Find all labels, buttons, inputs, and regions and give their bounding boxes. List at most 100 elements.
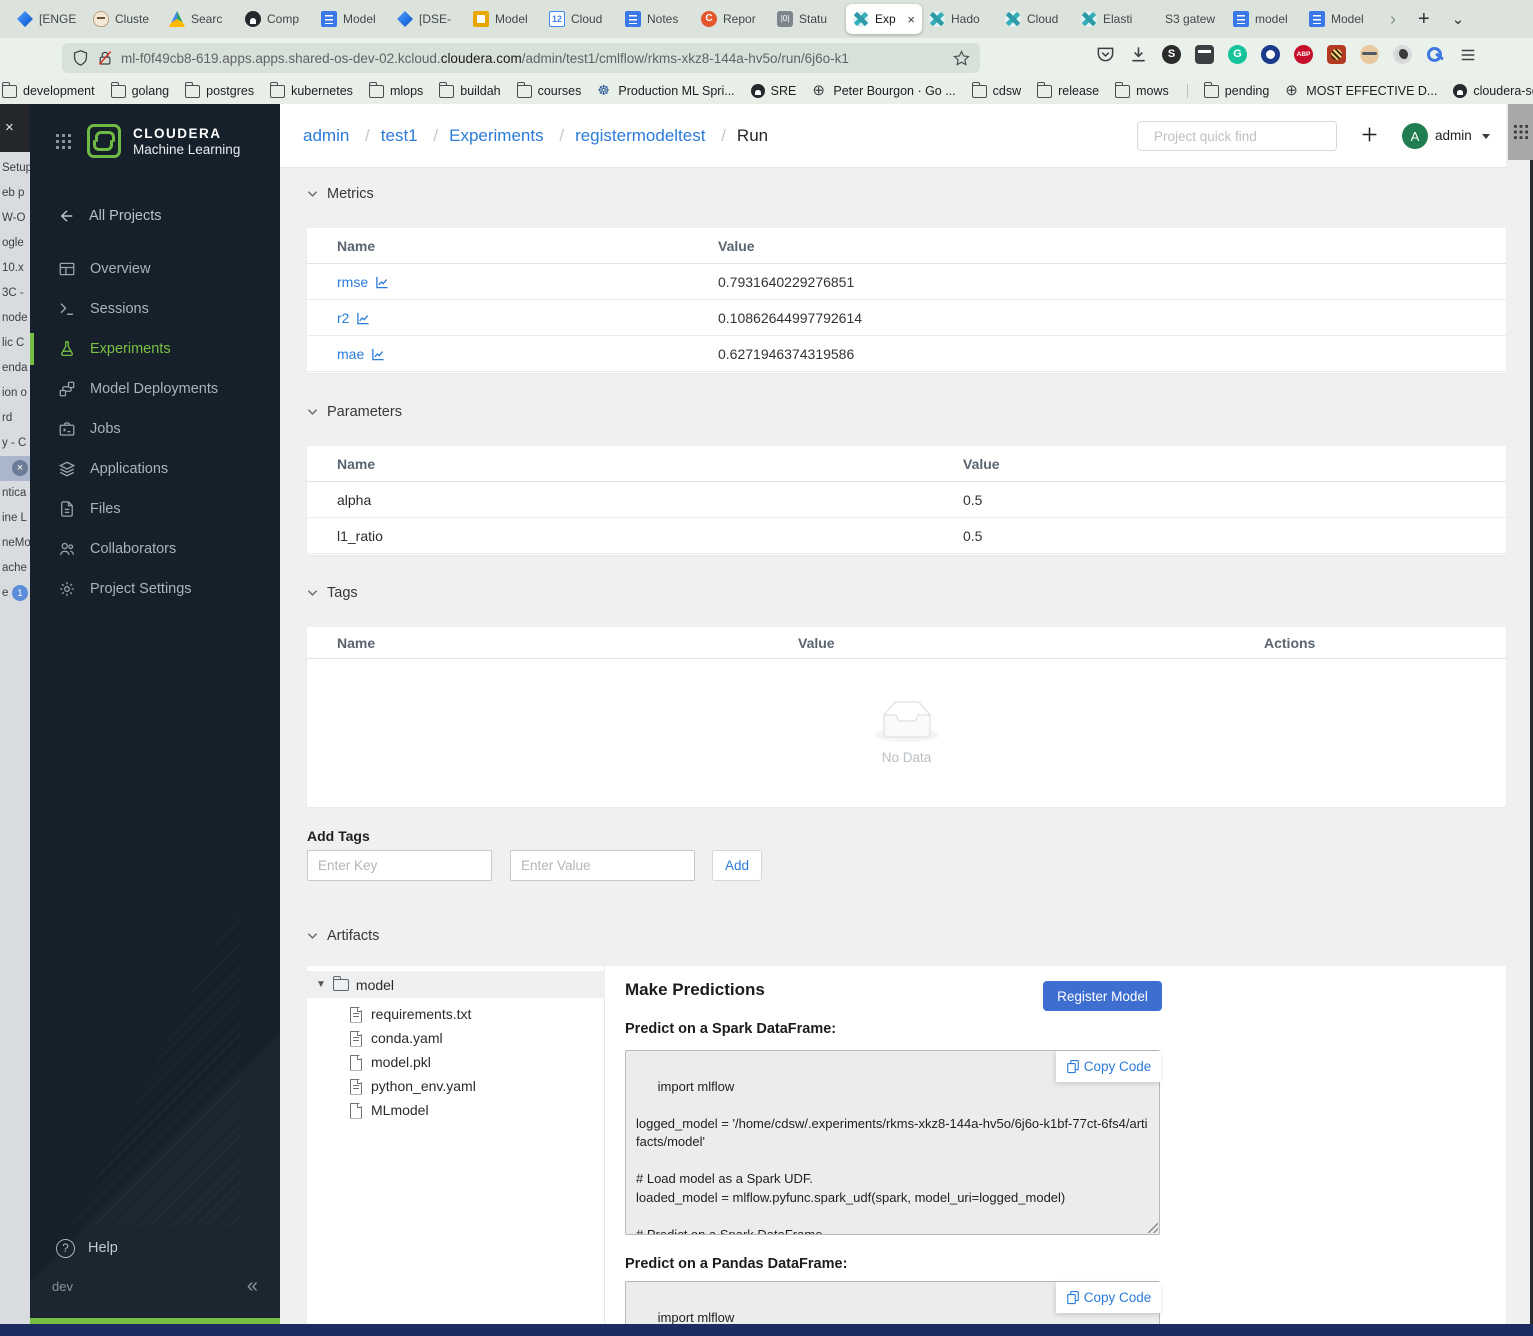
bookmark-item[interactable]: pending	[1186, 81, 1269, 98]
list-all-tabs-icon[interactable]	[1452, 10, 1465, 29]
background-tab-item[interactable]: rd	[0, 406, 30, 431]
extension-icon[interactable]	[1261, 45, 1280, 64]
extension-icon[interactable]	[1195, 45, 1214, 64]
insecure-lock-icon[interactable]	[97, 49, 113, 67]
background-tab-item[interactable]: ache	[0, 556, 30, 581]
browser-tab[interactable]: Elasti	[1074, 4, 1150, 34]
menu-hamburger-icon[interactable]	[1459, 46, 1477, 64]
add-project-icon[interactable]	[1361, 126, 1378, 143]
url-text[interactable]: ml-f0f49cb8-619.apps.apps.shared-os-dev-…	[121, 51, 945, 66]
copy-spark-code-button[interactable]: Copy Code	[1056, 1051, 1161, 1082]
sidebar-item-experiments[interactable]: Experiments	[30, 329, 280, 369]
bookmark-item[interactable]: MOST EFFECTIVE D...	[1285, 81, 1437, 99]
chevron-down-icon[interactable]	[1482, 134, 1490, 139]
background-tab-item[interactable]: ion o	[0, 381, 30, 406]
sidebar-item-jobs[interactable]: Jobs	[30, 409, 280, 449]
search-input[interactable]	[1154, 128, 1331, 144]
bookmark-item[interactable]: release	[1037, 81, 1099, 98]
breadcrumb-item[interactable]: registermodeltest	[575, 126, 737, 146]
browser-tab[interactable]: [DSE-	[390, 4, 466, 34]
bookmark-item[interactable]: mlops	[368, 81, 423, 98]
bookmark-item[interactable]: cdsw	[971, 81, 1021, 98]
browser-tab[interactable]: Cloud	[542, 4, 618, 34]
sidebar-item-model-deployments[interactable]: Model Deployments	[30, 369, 280, 409]
background-tab-item[interactable]: e 1	[0, 581, 30, 606]
background-window-close-icon[interactable]: ×	[0, 104, 30, 152]
browser-tab[interactable]: Model	[314, 4, 390, 34]
background-tab-item[interactable]: eb p	[0, 181, 30, 206]
background-tab-item[interactable]	[0, 456, 30, 481]
extension-icon[interactable]	[1360, 45, 1379, 64]
metrics-section-toggle[interactable]: Metrics	[307, 186, 374, 202]
extension-icon[interactable]	[1426, 45, 1445, 64]
artifact-file-item[interactable]: requirements.txt	[349, 1002, 476, 1026]
sidebar-item-applications[interactable]: Applications	[30, 449, 280, 489]
extension-icon[interactable]	[1327, 45, 1346, 64]
sidebar-item-sessions[interactable]: Sessions	[30, 289, 280, 329]
background-tab-item[interactable]: ogle	[0, 231, 30, 256]
browser-tab[interactable]: Model	[466, 4, 542, 34]
download-icon[interactable]	[1129, 45, 1148, 64]
background-tab-item[interactable]: neMo	[0, 531, 30, 556]
tree-caret-icon[interactable]: ▼	[316, 979, 326, 990]
breadcrumb-item[interactable]: Experiments	[449, 126, 575, 146]
metric-name-link[interactable]: mae	[337, 336, 385, 372]
bookmark-item[interactable]: cloudera-sense/pre...	[1453, 84, 1533, 98]
browser-tab[interactable]: Model	[1302, 4, 1378, 34]
url-bar[interactable]: ml-f0f49cb8-619.apps.apps.shared-os-dev-…	[62, 43, 980, 73]
tag-key-input[interactable]	[307, 850, 492, 881]
bookmark-item[interactable]: development	[2, 81, 95, 98]
browser-tab[interactable]: Cloud	[998, 4, 1074, 34]
browser-tab[interactable]: Searc	[162, 4, 238, 34]
project-quick-find[interactable]	[1137, 121, 1337, 151]
artifact-file-item[interactable]: conda.yaml	[349, 1026, 476, 1050]
extension-icon[interactable]	[1228, 45, 1247, 64]
copy-pandas-code-button[interactable]: Copy Code	[1056, 1282, 1161, 1313]
add-tag-button[interactable]: Add	[712, 850, 762, 881]
bookmark-star-icon[interactable]	[953, 49, 970, 67]
browser-tab[interactable]: [ENGE	[10, 4, 86, 34]
background-tab-item[interactable]: ine L	[0, 506, 30, 531]
artifact-file-item[interactable]: model.pkl	[349, 1050, 476, 1074]
background-tab-badge[interactable]: 1	[12, 585, 28, 601]
breadcrumb-item[interactable]: admin	[303, 126, 381, 146]
metric-name-link[interactable]: rmse	[337, 264, 389, 300]
collapse-sidebar-icon[interactable]	[247, 1276, 258, 1296]
background-tab-item[interactable]: node	[0, 306, 30, 331]
artifact-file-item[interactable]: python_env.yaml	[349, 1074, 476, 1098]
browser-tab[interactable]: Repor	[694, 4, 770, 34]
background-tab-item[interactable]: lic C	[0, 331, 30, 356]
tracking-shield-icon[interactable]	[72, 49, 89, 67]
sidebar-item-project-settings[interactable]: Project Settings	[30, 569, 280, 609]
browser-tab[interactable]: Statu	[770, 4, 846, 34]
browser-tab[interactable]: Exp	[846, 4, 922, 34]
bookmark-item[interactable]: courses	[516, 81, 581, 98]
extension-icon[interactable]	[1294, 45, 1313, 64]
extension-icon[interactable]	[1393, 45, 1412, 64]
artifact-folder-model[interactable]: ▼ model	[307, 971, 605, 998]
bookmark-item[interactable]: mows	[1115, 81, 1169, 98]
new-tab-icon[interactable]	[1418, 8, 1430, 31]
tab-scroll-right-icon[interactable]	[1390, 9, 1396, 30]
sidebar-item-files[interactable]: Files	[30, 489, 280, 529]
desktop-taskbar[interactable]	[0, 1324, 1533, 1336]
username[interactable]: admin	[1435, 128, 1472, 143]
bookmark-item[interactable]: golang	[110, 81, 169, 98]
bookmark-item[interactable]: Peter Bourgon · Go ...	[812, 81, 955, 99]
app-grid-icon[interactable]	[56, 133, 71, 149]
resize-handle-icon[interactable]	[1147, 1222, 1158, 1233]
sidebar-item-collaborators[interactable]: Collaborators	[30, 529, 280, 569]
register-model-button[interactable]: Register Model	[1043, 981, 1162, 1011]
metric-name-link[interactable]: r2	[337, 300, 370, 336]
background-tab-item[interactable]: W-O	[0, 206, 30, 231]
all-projects-link[interactable]: All Projects	[30, 196, 280, 236]
extension-icon[interactable]	[1162, 45, 1181, 64]
background-tab-badge[interactable]	[12, 460, 28, 476]
artifact-file-item[interactable]: MLmodel	[349, 1098, 476, 1122]
background-tab-item[interactable]: Setup	[0, 156, 30, 181]
parameters-section-toggle[interactable]: Parameters	[307, 404, 402, 420]
browser-tab[interactable]: S3 gatew	[1150, 4, 1226, 34]
tags-section-toggle[interactable]: Tags	[307, 585, 358, 601]
background-tab-item[interactable]: 3C -	[0, 281, 30, 306]
pocket-icon[interactable]	[1096, 45, 1115, 64]
